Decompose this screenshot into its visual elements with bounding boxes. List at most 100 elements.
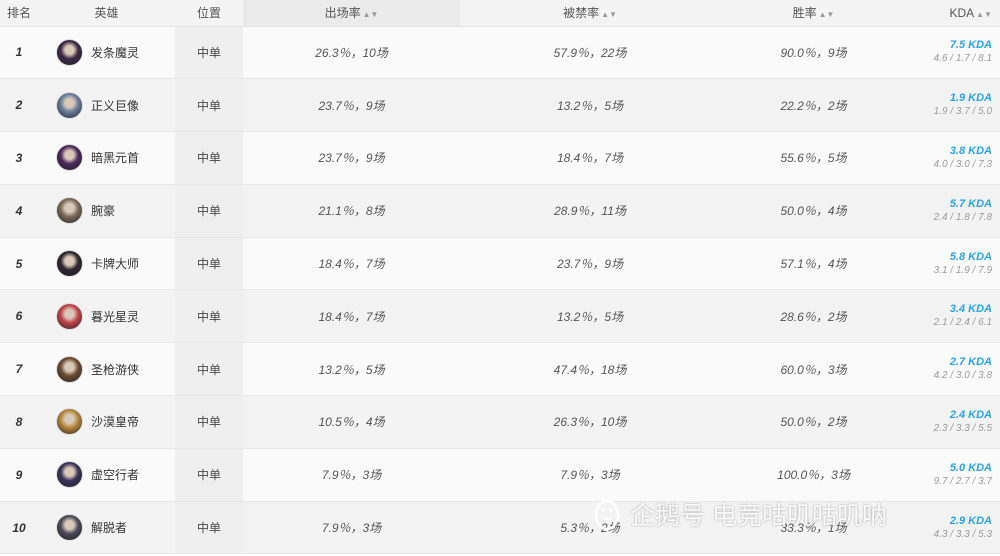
position-cell: 中单 xyxy=(175,501,243,555)
ban-rate-cell: 23.7％，9场 xyxy=(460,237,720,291)
kda-detail: 9.7 / 2.7 / 3.7 xyxy=(933,475,992,487)
hero-cell[interactable]: 暗黑元首 xyxy=(38,131,175,185)
hero-name[interactable]: 暮光星灵 xyxy=(91,308,139,325)
hero-cell[interactable]: 卡牌大师 xyxy=(38,237,175,291)
table-row[interactable]: 6 暮光星灵 中单 18.4％，7场 13.2％，5场 28.6％，2场 3.4… xyxy=(0,289,1000,344)
hero-avatar[interactable] xyxy=(56,144,83,172)
pick-rate-cell: 7.9％，3场 xyxy=(243,448,460,502)
kda-cell: 5.7 KDA 2.4 / 1.8 / 7.8 xyxy=(907,184,1000,238)
hero-name[interactable]: 发条魔灵 xyxy=(91,44,139,61)
header-pick-rate[interactable]: 出场率 ▲▼ xyxy=(243,0,460,27)
kda-detail: 2.4 / 1.8 / 7.8 xyxy=(933,211,992,223)
hero-avatar[interactable] xyxy=(56,514,83,542)
hero-cell[interactable]: 发条魔灵 xyxy=(38,26,175,80)
win-rate-cell: 50.0％，4场 xyxy=(720,184,907,238)
position-cell: 中单 xyxy=(175,184,243,238)
rank-cell: 10 xyxy=(0,501,38,555)
rank-cell: 9 xyxy=(0,448,38,502)
pick-rate-cell: 18.4％，7场 xyxy=(243,237,460,291)
table-row[interactable]: 4 腕豪 中单 21.1％，8场 28.9％，11场 50.0％，4场 5.7 … xyxy=(0,184,1000,238)
position-cell: 中单 xyxy=(175,26,243,80)
kda-detail: 3.1 / 1.9 / 7.9 xyxy=(933,264,992,276)
hero-avatar[interactable] xyxy=(56,38,83,66)
ban-rate-cell: 5.3％，2场 xyxy=(460,501,720,555)
hero-name[interactable]: 卡牌大师 xyxy=(91,255,139,272)
hero-cell[interactable]: 圣枪游侠 xyxy=(38,342,175,397)
rank-cell: 1 xyxy=(0,26,38,80)
table-row[interactable]: 9 虚空行者 中单 7.9％，3场 7.9％，3场 100.0％，3场 5.0 … xyxy=(0,448,1000,502)
hero-cell[interactable]: 虚空行者 xyxy=(38,448,175,502)
rank-cell: 5 xyxy=(0,237,38,291)
hero-avatar[interactable] xyxy=(56,197,83,225)
pick-rate-cell: 23.7％，9场 xyxy=(243,131,460,185)
pick-rate-cell: 13.2％，5场 xyxy=(243,342,460,397)
hero-avatar[interactable] xyxy=(56,461,83,489)
header-rank: 排名 xyxy=(0,0,38,27)
win-rate-cell: 50.0％，2场 xyxy=(720,395,907,449)
hero-cell[interactable]: 解脱者 xyxy=(38,501,175,555)
kda-cell: 3.8 KDA 4.0 / 3.0 / 7.3 xyxy=(907,131,1000,185)
hero-name[interactable]: 圣枪游侠 xyxy=(91,361,139,378)
ban-rate-cell: 7.9％，3场 xyxy=(460,448,720,502)
kda-cell: 7.5 KDA 4.6 / 1.7 / 8.1 xyxy=(907,26,1000,80)
ban-rate-cell: 57.9％，22场 xyxy=(460,26,720,80)
rank-cell: 7 xyxy=(0,342,38,397)
kda-value: 5.7 KDA xyxy=(949,197,992,210)
header-kda[interactable]: KDA ▲▼ xyxy=(907,0,1000,27)
hero-cell[interactable]: 暮光星灵 xyxy=(38,289,175,344)
hero-avatar[interactable] xyxy=(56,91,83,119)
table-row[interactable]: 1 发条魔灵 中单 26.3％，10场 57.9％，22场 90.0％，9场 7… xyxy=(0,26,1000,80)
hero-stats-table: 排名 英雄 位置 出场率 ▲▼ 被禁率 ▲▼ 胜率 ▲▼ KDA ▲▼ 1 发条魔灵 中… xyxy=(0,0,1000,555)
kda-cell: 5.0 KDA 9.7 / 2.7 / 3.7 xyxy=(907,448,1000,502)
table-row[interactable]: 10 解脱者 中单 7.9％，3场 5.3％，2场 33.3％，1场 2.9 K… xyxy=(0,501,1000,555)
ban-rate-cell: 26.3％，10场 xyxy=(460,395,720,449)
hero-name[interactable]: 虚空行者 xyxy=(91,466,139,483)
kda-cell: 2.7 KDA 4.2 / 3.0 / 3.8 xyxy=(907,342,1000,397)
ban-rate-cell: 47.4％，18场 xyxy=(460,342,720,397)
pick-rate-cell: 21.1％，8场 xyxy=(243,184,460,238)
hero-avatar[interactable] xyxy=(56,302,83,330)
hero-avatar[interactable] xyxy=(56,408,83,436)
kda-value: 1.9 KDA xyxy=(949,92,992,105)
hero-name[interactable]: 沙漠皇帝 xyxy=(91,413,139,430)
table-row[interactable]: 2 正义巨像 中单 23.7％，9场 13.2％，5场 22.2％，2场 1.9… xyxy=(0,78,1000,133)
ban-rate-cell: 13.2％，5场 xyxy=(460,289,720,344)
hero-name[interactable]: 正义巨像 xyxy=(91,97,139,114)
kda-cell: 3.4 KDA 2.1 / 2.4 / 6.1 xyxy=(907,289,1000,344)
pick-rate-cell: 7.9％，3场 xyxy=(243,501,460,555)
hero-cell[interactable]: 沙漠皇帝 xyxy=(38,395,175,449)
header-ban-rate[interactable]: 被禁率 ▲▼ xyxy=(460,0,720,27)
hero-avatar[interactable] xyxy=(56,355,83,383)
hero-name[interactable]: 腕豪 xyxy=(91,202,115,219)
win-rate-cell: 60.0％，3场 xyxy=(720,342,907,397)
rank-cell: 8 xyxy=(0,395,38,449)
table-row[interactable]: 7 圣枪游侠 中单 13.2％，5场 47.4％，18场 60.0％，3场 2.… xyxy=(0,342,1000,397)
header-win-rate[interactable]: 胜率 ▲▼ xyxy=(720,0,907,27)
table-row[interactable]: 5 卡牌大师 中单 18.4％，7场 23.7％，9场 57.1％，4场 5.8… xyxy=(0,237,1000,291)
kda-value: 2.4 KDA xyxy=(949,408,992,421)
hero-cell[interactable]: 腕豪 xyxy=(38,184,175,238)
position-cell: 中单 xyxy=(175,342,243,397)
hero-name[interactable]: 暗黑元首 xyxy=(91,149,139,166)
kda-value: 7.5 KDA xyxy=(949,39,992,52)
position-cell: 中单 xyxy=(175,448,243,502)
hero-cell[interactable]: 正义巨像 xyxy=(38,78,175,133)
position-cell: 中单 xyxy=(175,237,243,291)
kda-value: 3.8 KDA xyxy=(949,144,992,157)
position-cell: 中单 xyxy=(175,289,243,344)
win-rate-cell: 28.6％，2场 xyxy=(720,289,907,344)
win-rate-cell: 57.1％，4场 xyxy=(720,237,907,291)
rank-cell: 4 xyxy=(0,184,38,238)
kda-value: 3.4 KDA xyxy=(949,303,992,316)
kda-detail: 2.1 / 2.4 / 6.1 xyxy=(933,317,992,329)
win-rate-cell: 90.0％，9场 xyxy=(720,26,907,80)
table-row[interactable]: 3 暗黑元首 中单 23.7％，9场 18.4％，7场 55.6％，5场 3.8… xyxy=(0,131,1000,185)
hero-avatar[interactable] xyxy=(56,250,83,278)
hero-name[interactable]: 解脱者 xyxy=(91,519,127,536)
kda-detail: 4.2 / 3.0 / 3.8 xyxy=(933,370,992,382)
rank-cell: 2 xyxy=(0,78,38,133)
kda-value: 2.9 KDA xyxy=(949,514,992,527)
table-row[interactable]: 8 沙漠皇帝 中单 10.5％，4场 26.3％，10场 50.0％，2场 2.… xyxy=(0,395,1000,449)
pick-rate-cell: 18.4％，7场 xyxy=(243,289,460,344)
kda-detail: 2.3 / 3.3 / 5.5 xyxy=(933,422,992,434)
